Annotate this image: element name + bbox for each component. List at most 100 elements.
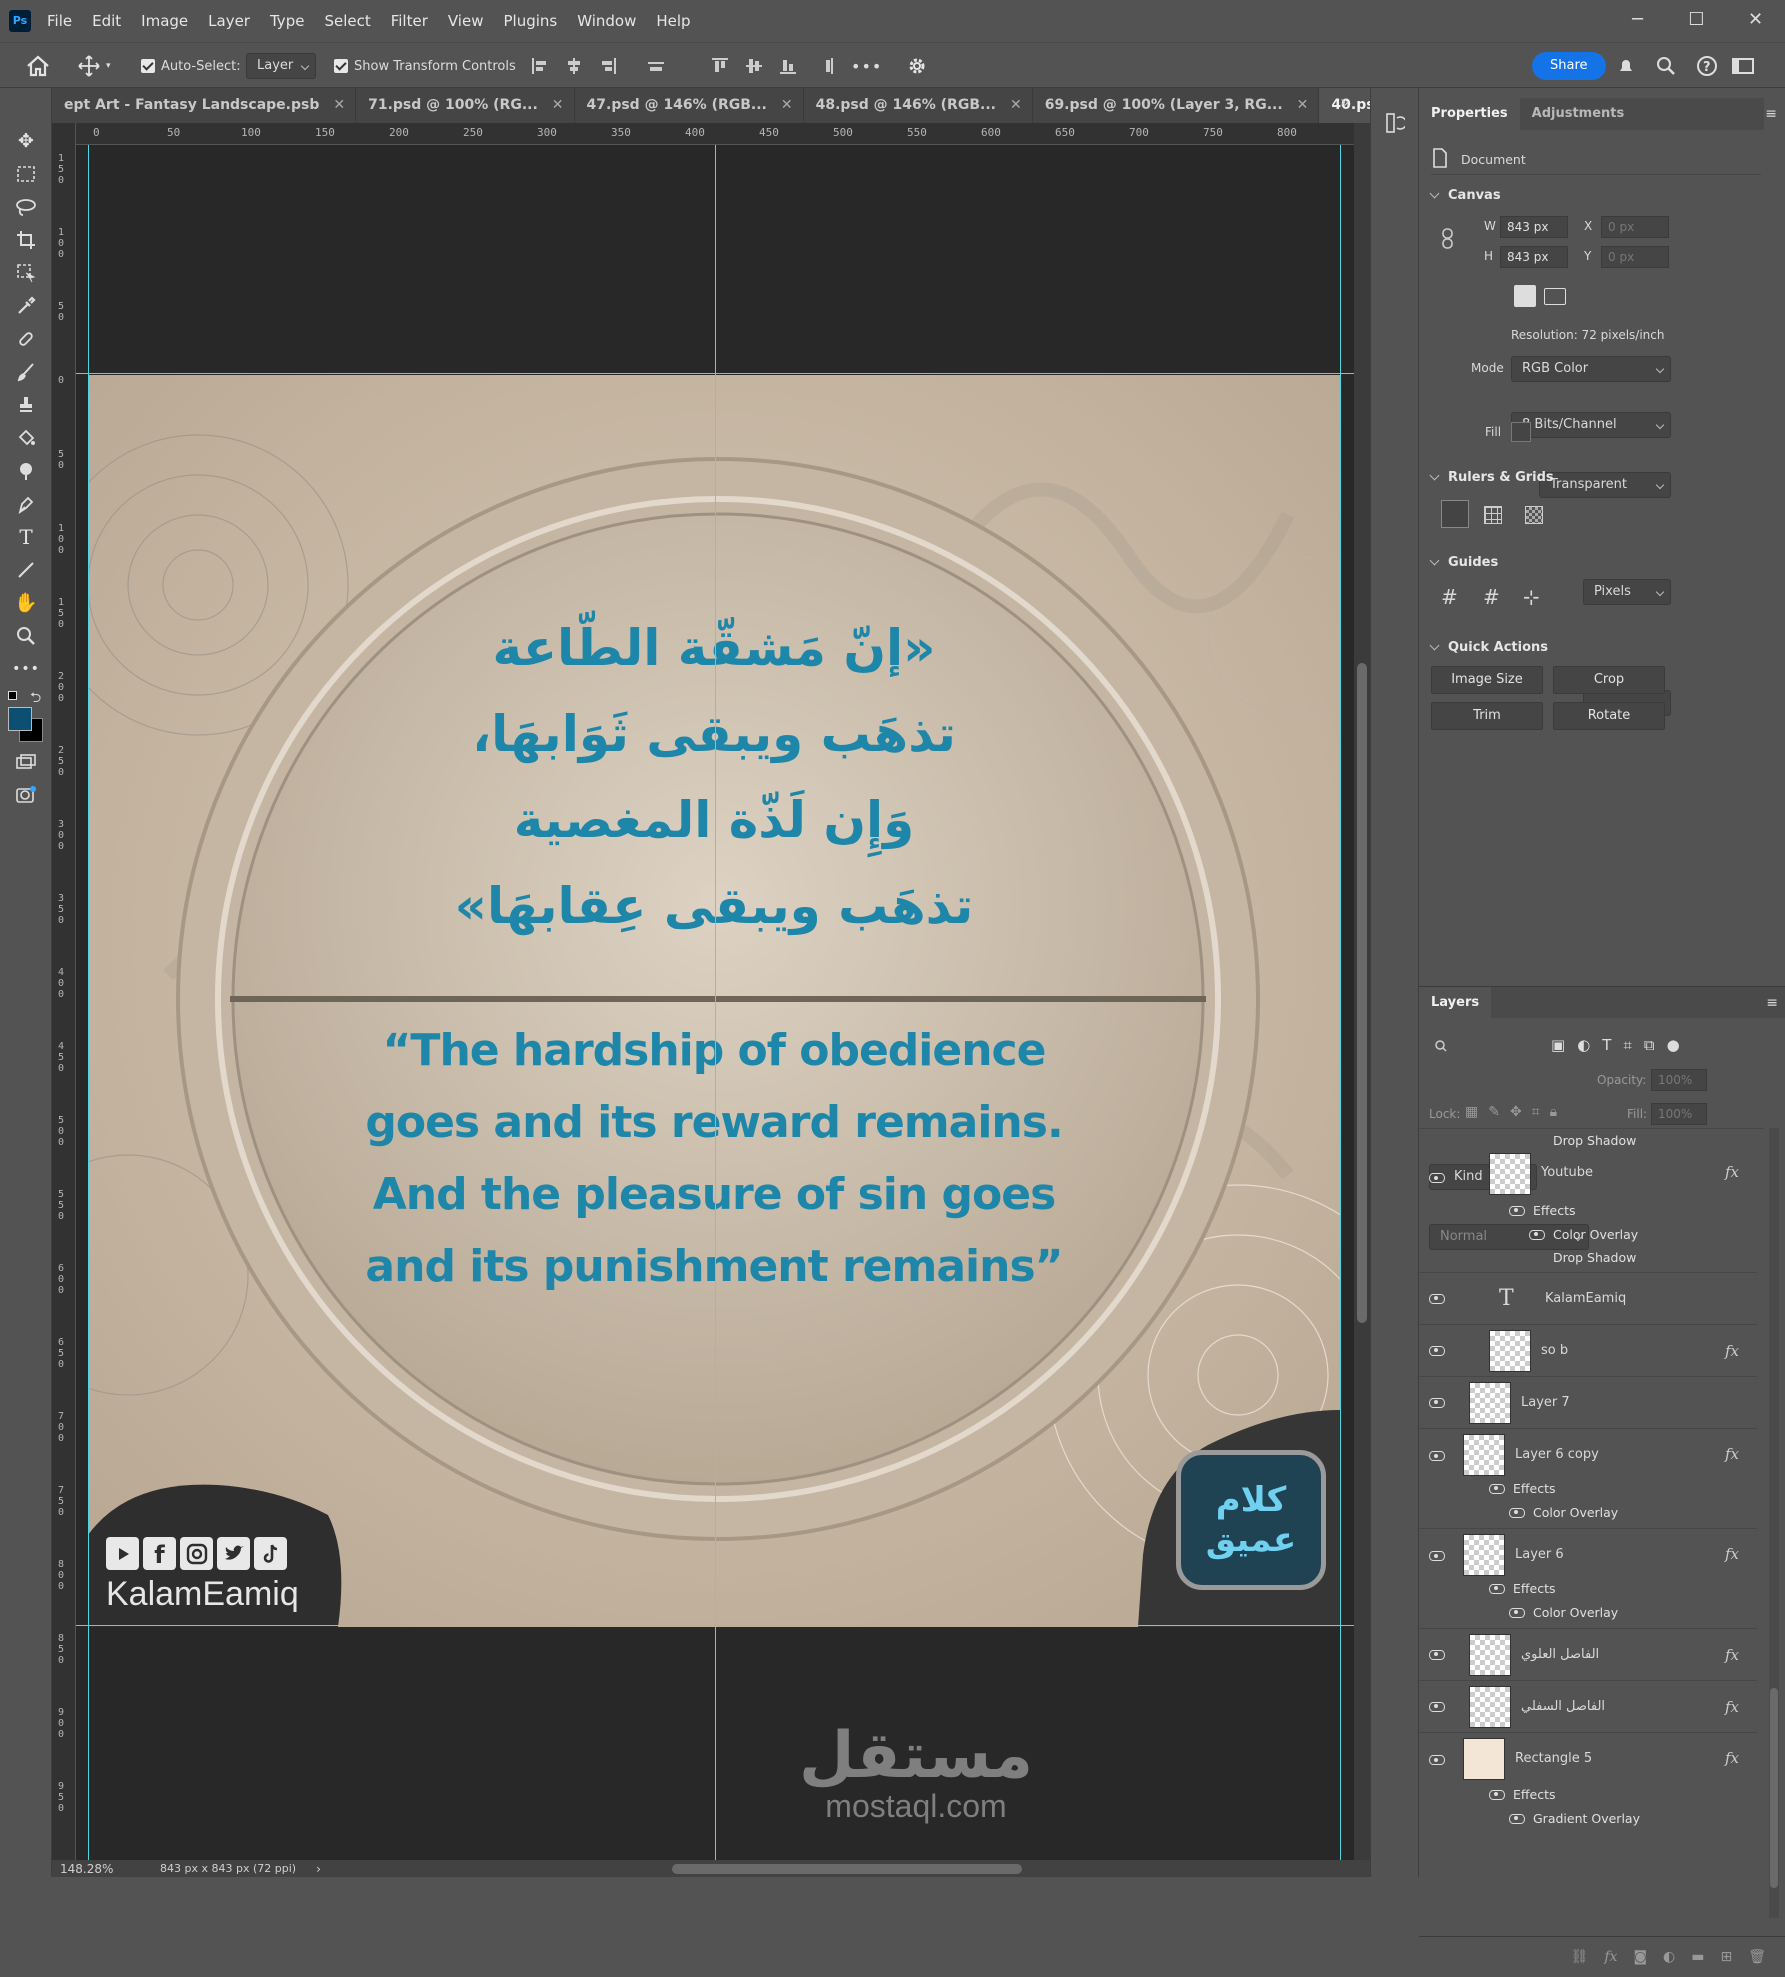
doc-tab[interactable]: 69.psd @ 100% (Layer 3, RG... ✕ (1033, 88, 1320, 123)
brush-tool-icon[interactable] (0, 355, 52, 388)
mode-dropdown[interactable]: RGB Color (1511, 356, 1671, 382)
filter-toggle-icon[interactable]: ● (1667, 1036, 1680, 1054)
zoom-level[interactable]: 148.28% (60, 1862, 150, 1876)
effects-label[interactable]: Effects (1489, 1787, 1556, 1802)
width-field[interactable]: 843 px (1500, 216, 1568, 238)
chevron-right-icon[interactable]: › (316, 1862, 321, 1876)
history-icon[interactable] (1385, 112, 1408, 138)
add-mask-icon[interactable]: ◙ (1633, 1949, 1647, 1965)
guide-line[interactable] (1340, 145, 1341, 1860)
workspace-icon[interactable] (1731, 43, 1755, 89)
align-right-icon[interactable] (598, 56, 618, 76)
y-field[interactable]: 0 px (1601, 246, 1669, 268)
close-tab-icon[interactable]: ✕ (333, 89, 345, 122)
menu-help[interactable]: Help (652, 12, 694, 30)
paint-bucket-icon[interactable] (0, 421, 52, 454)
crop-button[interactable]: Crop (1553, 666, 1665, 694)
tab-adjustments[interactable]: Adjustments (1520, 98, 1637, 130)
smart-guides-icon[interactable]: ⊹ (1523, 585, 1540, 609)
ruler-toggle-icon[interactable] (1441, 500, 1469, 528)
visibility-eye-icon[interactable] (1429, 1173, 1445, 1183)
menu-layer[interactable]: Layer (204, 12, 254, 30)
canvas-area[interactable]: «إنّ مَشقّة الطّاعة تذهَب ويبقى ثَوَابهَ… (76, 145, 1354, 1860)
visibility-eye-icon[interactable] (1429, 1701, 1445, 1712)
distribute-horizontal-icon[interactable] (646, 56, 666, 76)
trim-button[interactable]: Trim (1431, 702, 1543, 730)
new-group-icon[interactable]: ▬ (1691, 1949, 1704, 1965)
show-transform-checkbox[interactable]: Show Transform Controls (334, 43, 516, 89)
tab-layers[interactable]: Layers (1419, 987, 1492, 1019)
link-layers-icon[interactable]: ⛓ (1571, 1949, 1589, 1965)
quick-actions-section[interactable]: Quick Actions (1429, 640, 1548, 655)
image-filter-icon[interactable]: ▣ (1551, 1036, 1565, 1054)
gear-icon[interactable] (906, 43, 928, 89)
pixel-grid-icon[interactable] (1525, 506, 1543, 524)
auto-select-checkbox[interactable]: Auto-Select: (141, 43, 241, 89)
close-tab-icon[interactable]: ✕ (781, 89, 793, 122)
rulers-grids-section[interactable]: Rulers & Grids (1429, 470, 1554, 485)
close-tab-icon[interactable]: ✕ (1297, 89, 1309, 122)
doc-tab[interactable]: 47.psd @ 146% (RGB... ✕ (575, 88, 804, 123)
image-size-button[interactable]: Image Size (1431, 666, 1543, 694)
share-button[interactable]: Share (1532, 52, 1606, 80)
canvas-section[interactable]: Canvas (1429, 188, 1501, 203)
artwork[interactable]: «إنّ مَشقّة الطّاعة تذهَب ويبقى ثَوَابهَ… (88, 375, 1340, 1627)
effects-label[interactable]: Effects (1489, 1481, 1556, 1496)
guide-lock-icon[interactable]: # (1483, 585, 1500, 609)
healing-brush-icon[interactable] (0, 322, 52, 355)
guide-line[interactable] (715, 145, 716, 1860)
align-top-icon[interactable] (710, 56, 730, 76)
smart-object-filter-icon[interactable]: ⧉ (1644, 1036, 1655, 1054)
menu-window[interactable]: Window (573, 12, 640, 30)
align-center-icon[interactable] (564, 56, 584, 76)
clone-stamp-icon[interactable] (0, 388, 52, 421)
eyedropper-icon[interactable] (0, 289, 52, 322)
doc-tab[interactable]: 48.psd @ 146% (RGB... ✕ (804, 88, 1033, 123)
guide-line[interactable] (76, 373, 1354, 374)
delete-layer-icon[interactable]: 🗑︎ (1748, 1949, 1766, 1965)
minimize-button[interactable]: ─ (1608, 0, 1667, 38)
default-colors-icon[interactable] (8, 691, 17, 700)
fx-icon[interactable]: fx (1725, 1342, 1739, 1360)
bit-depth-dropdown[interactable]: 8 Bits/Channel (1511, 412, 1671, 438)
search-icon[interactable] (1656, 43, 1676, 89)
visibility-eye-icon[interactable] (1429, 1451, 1445, 1461)
lasso-tool-icon[interactable] (0, 190, 52, 223)
guide-line[interactable] (88, 145, 89, 1860)
lock-all-icon[interactable]: 🔒︎ (1550, 1104, 1557, 1120)
more-options-button[interactable]: ••• (851, 43, 882, 89)
effect-color-overlay[interactable]: Color Overlay (1509, 1505, 1618, 1520)
help-icon[interactable]: ? (1696, 43, 1718, 89)
menu-filter[interactable]: Filter (387, 12, 432, 30)
type-filter-icon[interactable]: T (1602, 1036, 1611, 1054)
adjustment-filter-icon[interactable]: ◐ (1577, 1036, 1590, 1054)
fx-icon[interactable]: fx (1725, 1698, 1739, 1716)
marquee-tool-icon[interactable] (0, 157, 52, 190)
auto-select-dropdown[interactable]: Layer (246, 53, 317, 79)
effects-label[interactable]: Effects (1509, 1203, 1576, 1218)
visibility-eye-icon[interactable] (1429, 1755, 1445, 1765)
more-tools-icon[interactable]: ••• (0, 652, 52, 685)
shape-filter-icon[interactable]: ⌗ (1623, 1036, 1631, 1054)
quick-mask-icon[interactable] (0, 778, 52, 811)
visibility-eye-icon[interactable] (1429, 1649, 1445, 1660)
align-bottom-icon[interactable] (778, 56, 798, 76)
effects-label[interactable]: Effects (1489, 1581, 1556, 1596)
type-tool-icon[interactable]: T (0, 520, 52, 553)
fx-icon[interactable]: fx (1725, 1163, 1739, 1181)
crop-tool-icon[interactable] (0, 223, 52, 256)
link-icon[interactable] (1441, 228, 1455, 254)
color-swatches[interactable]: ⮌ (0, 685, 51, 745)
align-middle-icon[interactable] (744, 56, 764, 76)
lock-artboard-icon[interactable]: ⌗ (1532, 1104, 1540, 1120)
layer-row[interactable]: الفاصل السفلي fx (1419, 1681, 1757, 1733)
add-style-icon[interactable]: fx (1604, 1949, 1617, 1965)
layer-row[interactable]: so b fx (1419, 1325, 1757, 1377)
opacity-field[interactable]: 100% (1651, 1069, 1707, 1091)
bell-icon[interactable] (1616, 43, 1636, 89)
fx-icon[interactable]: fx (1725, 1749, 1739, 1767)
lock-transparency-icon[interactable]: ▦ (1465, 1104, 1478, 1120)
guide-line[interactable] (76, 1625, 1354, 1626)
lock-position-icon[interactable]: ✥ (1510, 1104, 1522, 1120)
move-tool-icon[interactable]: ▾ (78, 43, 111, 89)
